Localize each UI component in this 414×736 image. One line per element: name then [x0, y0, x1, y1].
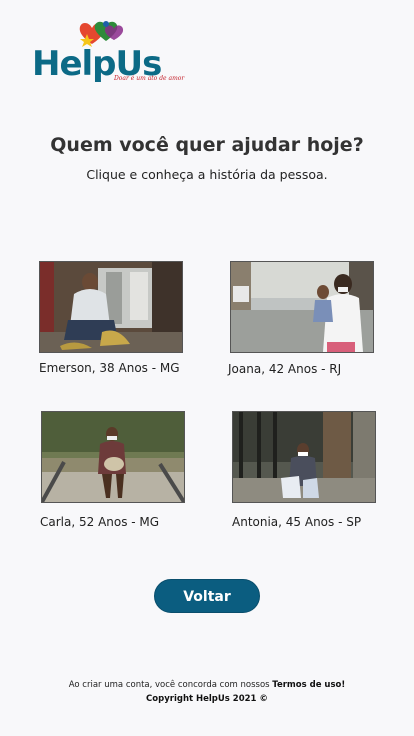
- person-photo[interactable]: [41, 411, 185, 503]
- terms-notice: Ao criar uma conta, você concorda com no…: [0, 680, 414, 690]
- terms-prefix: Ao criar uma conta, você concorda com no…: [68, 680, 270, 690]
- helpus-logo: HelpUs Doar é um ato de amor: [30, 18, 184, 88]
- page-title: Quem você quer ajudar hoje?: [50, 134, 364, 156]
- person-photo[interactable]: [230, 261, 374, 353]
- person-card-joana[interactable]: [230, 261, 374, 353]
- person-caption[interactable]: Joana, 42 Anos - RJ: [228, 362, 341, 376]
- person-caption[interactable]: Carla, 52 Anos - MG: [40, 515, 159, 529]
- terms-link[interactable]: Termos de uso!: [272, 680, 345, 690]
- copyright: Copyright HelpUs 2021 ©: [146, 694, 268, 704]
- person-photo[interactable]: [39, 261, 183, 353]
- person-photo[interactable]: [232, 411, 376, 503]
- person-card-carla[interactable]: [41, 411, 185, 503]
- logo-tagline: Doar é um ato de amor: [114, 75, 185, 82]
- person-card-emerson[interactable]: [39, 261, 183, 353]
- person-caption[interactable]: Antonia, 45 Anos - SP: [232, 515, 361, 529]
- person-card-antonia[interactable]: [232, 411, 376, 503]
- person-caption[interactable]: Emerson, 38 Anos - MG: [39, 361, 180, 375]
- page-subtitle: Clique e conheça a história da pessoa.: [86, 167, 328, 182]
- back-button[interactable]: Voltar: [154, 579, 260, 613]
